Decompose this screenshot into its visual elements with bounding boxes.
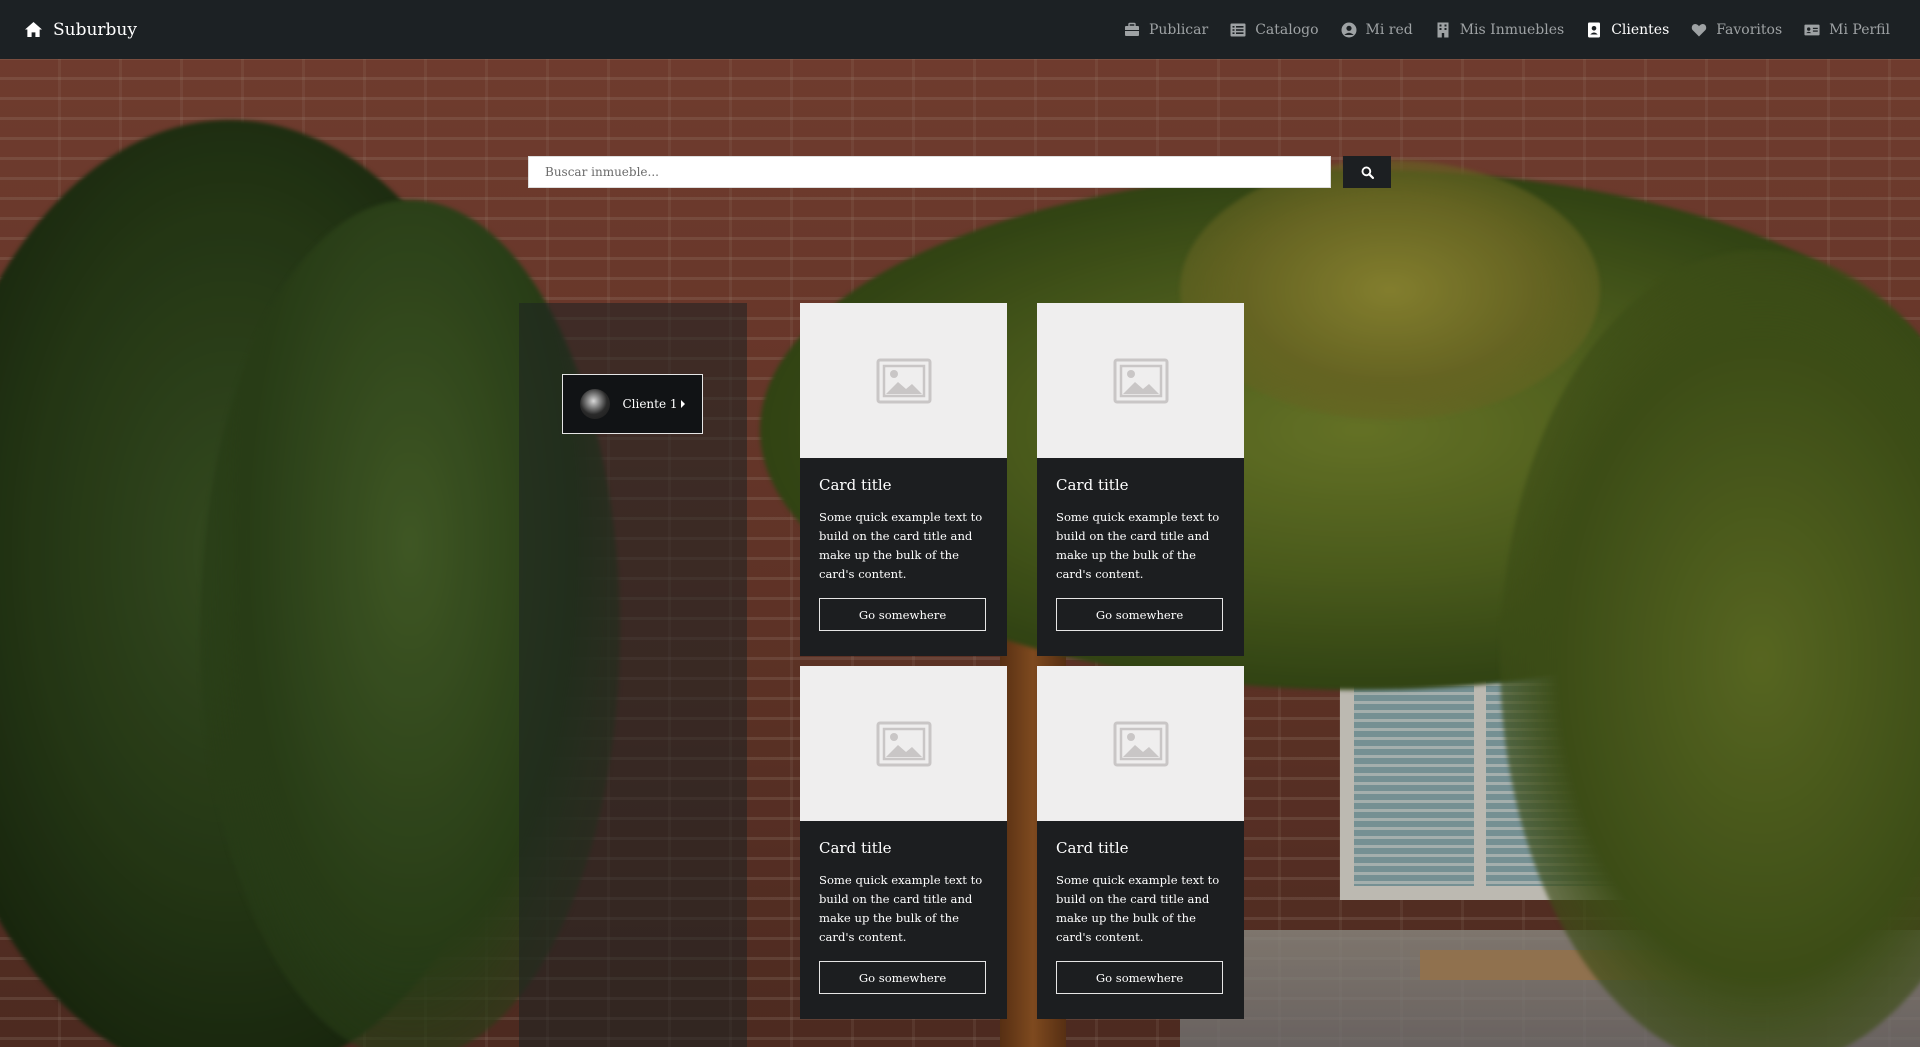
nav-item-clientes[interactable]: Clientes [1586,22,1669,38]
card-image [800,303,1007,458]
contact-book-icon [1588,22,1601,37]
caret-right-icon [680,400,685,408]
nav-menu: Publicar Catalogo Mi red Mis Inmuebles C… [1102,22,1890,38]
briefcase-icon [1124,22,1139,36]
search-input[interactable] [528,156,1331,188]
property-card: Card title Some quick example text to bu… [1037,303,1244,656]
user-circle-icon [1341,22,1357,37]
heart-icon [1692,23,1707,36]
image-placeholder-icon [1113,358,1168,403]
client-button[interactable]: Cliente 1 [562,374,703,434]
nav-item-favoritos[interactable]: Favoritos [1691,22,1782,38]
card-text: Some quick example text to build on the … [819,510,983,581]
nav-item-mis-inmuebles[interactable]: Mis Inmuebles [1435,22,1564,38]
building-icon [1437,22,1449,37]
card-image [1037,666,1244,821]
nav-label-mi-perfil: Mi Perfil [1829,21,1890,38]
image-placeholder-icon [1113,721,1168,766]
card-title: Card title [819,476,892,494]
search-bar [528,156,1391,188]
search-button[interactable] [1343,156,1391,188]
property-card: Card title Some quick example text to bu… [800,303,1007,656]
nav-label-favoritos: Favoritos [1716,21,1783,38]
nav-item-catalogo[interactable]: Catalogo [1230,21,1319,38]
property-card: Card title Some quick example text to bu… [800,666,1007,1019]
clients-sidebar: Cliente 1 [519,303,747,1047]
nav-item-mi-perfil[interactable]: Mi Perfil [1804,22,1890,38]
navbar: Suburbuy Publicar Catalogo Mi red Mis In… [0,0,1920,59]
go-somewhere-button[interactable]: Go somewhere [819,598,986,631]
card-image [800,666,1007,821]
client-avatar [580,389,611,419]
nav-label-publicar: Publicar [1148,21,1209,38]
card-title: Card title [1056,839,1129,857]
id-card-icon [1804,24,1820,35]
property-card: Card title Some quick example text to bu… [1037,666,1244,1019]
search-icon [1361,166,1374,179]
go-somewhere-button[interactable]: Go somewhere [1056,598,1223,631]
image-placeholder-icon [876,358,931,403]
nav-label-catalogo: Catalogo [1255,21,1319,38]
card-title: Card title [1056,476,1129,494]
client-name: Cliente 1 [622,397,678,411]
card-title: Card title [819,839,892,857]
image-placeholder-icon [876,721,931,766]
nav-label-clientes: Clientes [1611,21,1670,38]
card-text: Some quick example text to build on the … [819,873,983,944]
card-text: Some quick example text to build on the … [1056,873,1220,944]
go-somewhere-button[interactable]: Go somewhere [819,961,986,994]
nav-label-mi-red: Mi red [1365,21,1413,38]
card-text: Some quick example text to build on the … [1056,510,1220,581]
go-somewhere-button[interactable]: Go somewhere [1056,961,1223,994]
card-image [1037,303,1244,458]
brand-name: Suburbuy [53,19,137,40]
nav-item-publicar[interactable]: Publicar [1124,22,1208,38]
home-icon [25,21,42,38]
nav-item-mi-red[interactable]: Mi red [1341,22,1413,38]
list-icon [1230,23,1246,36]
brand-link[interactable]: Suburbuy [24,20,137,40]
nav-label-mis-inmuebles: Mis Inmuebles [1459,21,1565,38]
